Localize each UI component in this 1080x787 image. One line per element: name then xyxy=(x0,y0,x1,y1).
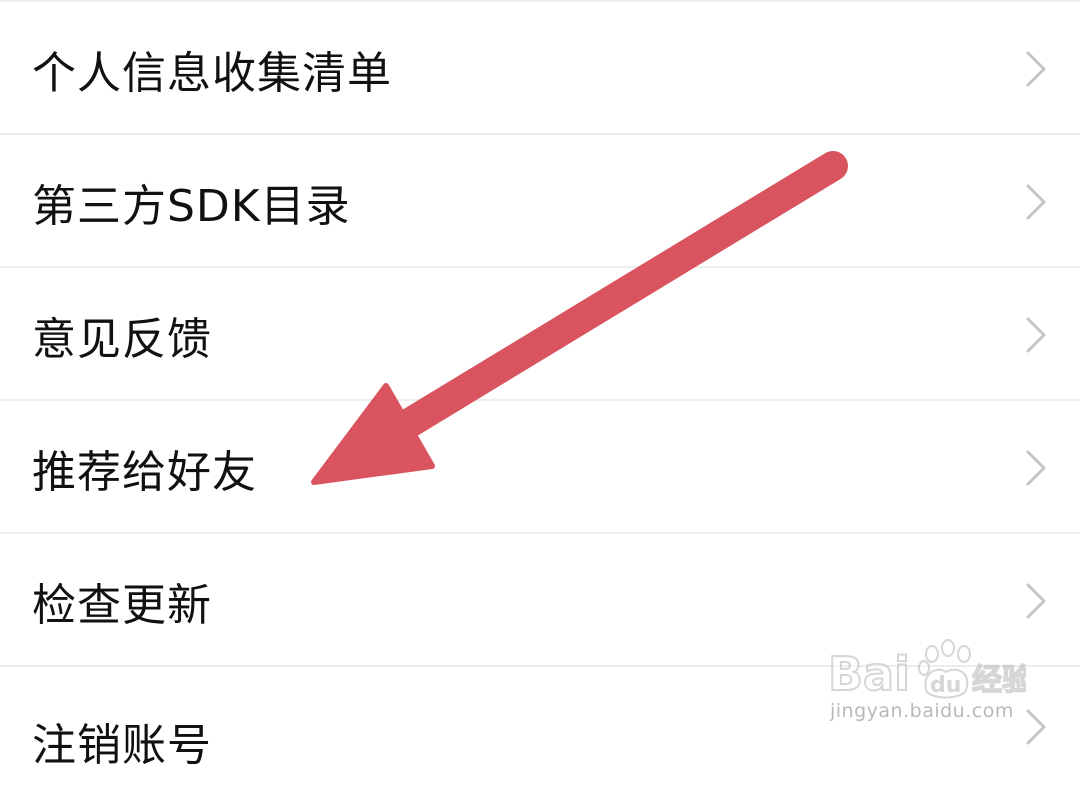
chevron-right-icon xyxy=(1026,51,1046,86)
svg-text:经验: 经验 xyxy=(972,663,1026,698)
svg-text:du: du xyxy=(930,673,961,698)
chevron-right-icon xyxy=(1026,317,1046,352)
menu-item-third-party-sdk[interactable]: 第三方SDK目录 xyxy=(0,135,1080,268)
menu-item-label: 第三方SDK目录 xyxy=(32,180,351,232)
menu-item-recommend-to-friends[interactable]: 推荐给好友 xyxy=(0,401,1080,534)
menu-item-feedback[interactable]: 意见反馈 xyxy=(0,268,1080,401)
chevron-right-icon xyxy=(1026,450,1046,485)
menu-item-label: 个人信息收集清单 xyxy=(32,47,392,99)
watermark-url: jingyan.baidu.com xyxy=(830,700,1014,722)
menu-item-personal-info-list[interactable]: 个人信息收集清单 xyxy=(0,2,1080,135)
menu-item-label: 意见反馈 xyxy=(32,313,212,365)
menu-item-label: 检查更新 xyxy=(32,579,212,631)
svg-text:Bai: Bai xyxy=(828,647,910,701)
chevron-right-icon xyxy=(1026,184,1046,219)
chevron-right-icon xyxy=(1026,709,1046,745)
menu-item-label: 注销账号 xyxy=(32,720,212,771)
menu-item-label: 推荐给好友 xyxy=(32,446,257,498)
chevron-right-icon xyxy=(1026,583,1046,618)
